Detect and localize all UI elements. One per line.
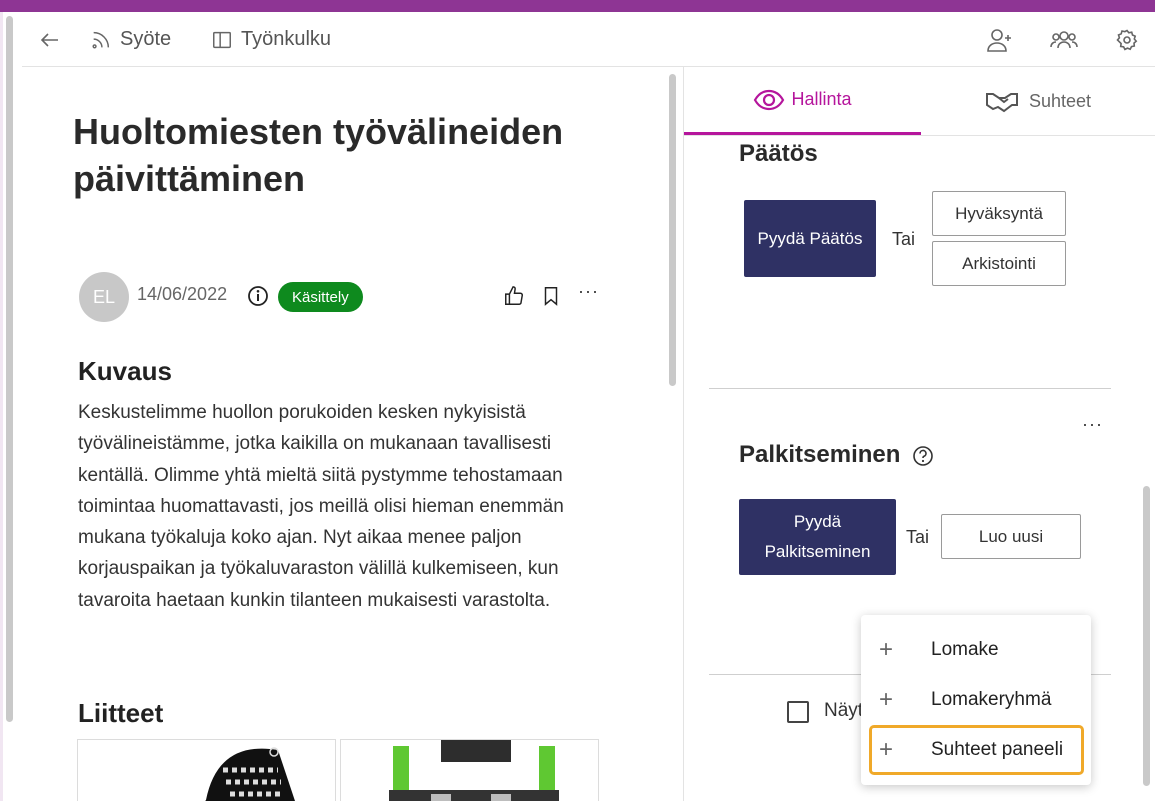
reward-more-label: ··· xyxy=(1082,414,1103,434)
menu-item-suhteet-paneeli[interactable]: + Suhteet paneeli xyxy=(869,725,1084,775)
toolbar: Syöte Työnkulku xyxy=(22,12,1155,67)
plus-icon: + xyxy=(879,736,894,763)
archive-button[interactable]: Arkistointi xyxy=(932,241,1066,286)
add-user-button[interactable] xyxy=(986,12,1014,67)
avatar[interactable]: EL xyxy=(79,272,129,322)
gear-icon xyxy=(1116,28,1138,50)
arrow-left-icon xyxy=(40,32,58,47)
request-decision-button[interactable]: Pyydä Päätös xyxy=(744,200,876,277)
request-reward-button[interactable]: Pyydä Palkitseminen xyxy=(739,499,896,575)
reward-or-text: Tai xyxy=(906,527,930,547)
show-checkbox-label: Näyt xyxy=(824,700,864,721)
attachment-thumbnail-tools[interactable] xyxy=(77,739,336,801)
columns-icon xyxy=(213,31,231,48)
panel-divider xyxy=(683,67,684,801)
thumbs-up-icon[interactable] xyxy=(503,285,525,307)
bookmark-icon[interactable] xyxy=(540,285,562,307)
workflow-button[interactable]: Työnkulku xyxy=(211,12,331,67)
post-title: Huoltomiesten työvälineiden päivittämine… xyxy=(73,111,564,199)
approve-button[interactable]: Hyväksyntä xyxy=(932,191,1066,236)
rss-icon xyxy=(92,31,110,49)
app-top-bar xyxy=(0,0,1155,12)
create-new-label: Luo uusi xyxy=(978,526,1044,546)
plus-icon: + xyxy=(879,636,894,663)
tab-suhteet[interactable]: Suhteet xyxy=(921,67,1155,135)
tab-underline xyxy=(684,135,1155,136)
info-icon[interactable] xyxy=(247,285,269,307)
attachment-thumbnail-harness[interactable] xyxy=(340,739,599,801)
reward-title: Palkitseminen xyxy=(739,441,901,468)
safety-harness-image xyxy=(389,740,559,801)
scrollbar-right[interactable] xyxy=(1143,486,1150,786)
request-decision-label: Pyydä Päätös xyxy=(757,228,863,248)
add-menu: + Lomake + Lomakeryhmä + Suhteet paneeli xyxy=(861,615,1091,785)
settings-button[interactable] xyxy=(1115,12,1139,67)
group-button[interactable] xyxy=(1050,12,1078,67)
workflow-label: Työnkulku xyxy=(241,28,332,50)
feed-label: Syöte xyxy=(120,28,172,50)
create-new-button[interactable]: Luo uusi xyxy=(941,514,1081,559)
attachments-heading: Liitteet xyxy=(78,698,164,728)
scrollbar-left[interactable] xyxy=(6,16,13,722)
tool-bag-image xyxy=(205,747,295,801)
eye-icon xyxy=(754,89,785,110)
tab-suhteet-label: Suhteet xyxy=(1028,90,1092,111)
menu-item-lomakeryhma[interactable]: + Lomakeryhmä xyxy=(861,675,1091,725)
description-heading: Kuvaus xyxy=(78,356,172,386)
menu-item-lomake[interactable]: + Lomake xyxy=(861,625,1091,675)
handshake-icon xyxy=(985,93,1018,113)
back-button[interactable] xyxy=(38,12,62,67)
archive-label: Arkistointi xyxy=(962,253,1036,273)
decision-or-text: Tai xyxy=(892,229,916,249)
add-user-icon xyxy=(987,28,1011,52)
request-reward-label: Pyydä Palkitseminen xyxy=(764,512,871,561)
avatar-initials: EL xyxy=(92,286,116,307)
menu-item-label: Lomake xyxy=(931,639,999,660)
plus-icon: + xyxy=(879,686,894,713)
menu-item-label: Suhteet paneeli xyxy=(931,739,1064,760)
decision-title: Päätös xyxy=(739,140,818,167)
section-divider xyxy=(709,388,1111,389)
scrollbar-content[interactable] xyxy=(669,74,676,386)
approve-label: Hyväksyntä xyxy=(955,203,1043,223)
post-more-label: ··· xyxy=(578,281,599,301)
left-edge xyxy=(0,12,3,801)
help-icon[interactable] xyxy=(912,445,934,467)
description-text: Keskustelimme huollon porukoiden kesken … xyxy=(78,402,564,611)
tab-hallinta[interactable]: Hallinta xyxy=(684,67,921,135)
post-more-button[interactable]: ··· xyxy=(578,281,599,302)
status-badge: Käsittely xyxy=(278,282,363,312)
group-icon xyxy=(1050,30,1078,48)
menu-item-label: Lomakeryhmä xyxy=(931,689,1052,710)
show-checkbox[interactable] xyxy=(787,701,809,723)
feed-button[interactable]: Syöte xyxy=(90,12,171,67)
reward-more-button[interactable]: ··· xyxy=(1082,414,1103,435)
status-badge-label: Käsittely xyxy=(292,288,349,306)
post-date: 14/06/2022 xyxy=(137,284,228,304)
tab-hallinta-label: Hallinta xyxy=(791,89,852,109)
